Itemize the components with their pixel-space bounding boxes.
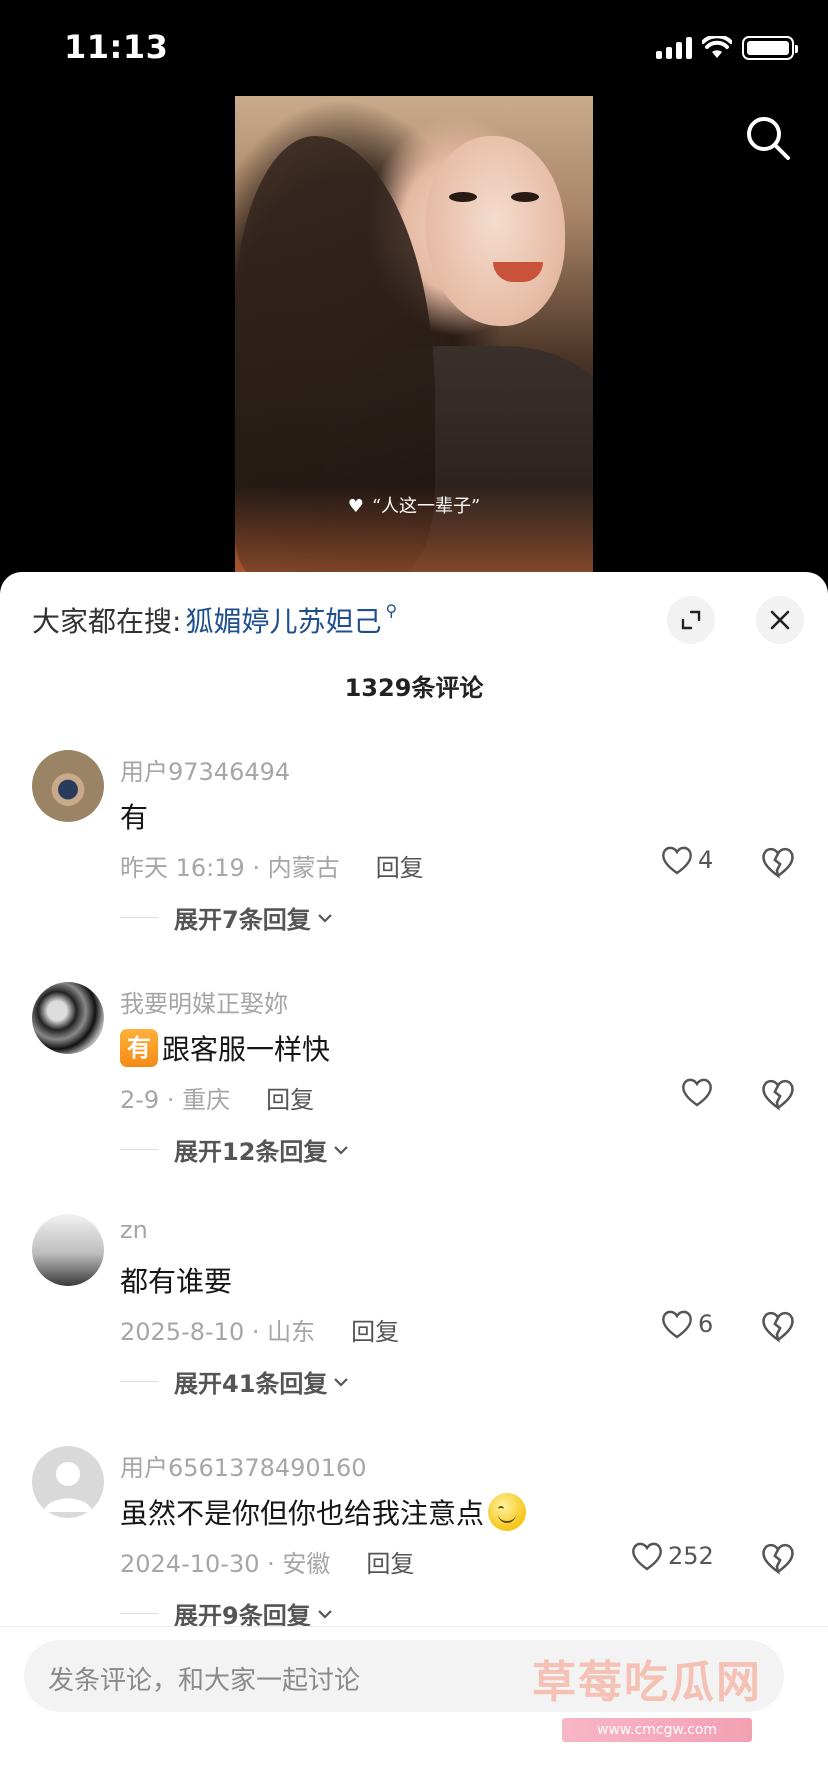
default-avatar-icon	[44, 1462, 92, 1512]
like-count: 4	[698, 846, 714, 874]
comment-meta: 2025-8-10 · 山东 回复	[120, 1312, 399, 1347]
comment-content: 都有谁要	[120, 1260, 232, 1300]
reply-button[interactable]: 回复	[266, 1080, 314, 1115]
like-button[interactable]: 252	[630, 1540, 714, 1572]
comment-text: 有	[120, 801, 149, 834]
comment-input-placeholder: 发条评论，和大家一起讨论	[48, 1666, 361, 1696]
expand-button[interactable]	[667, 596, 715, 644]
comment-username[interactable]: zn	[120, 1216, 148, 1244]
keyword-tag: 有	[120, 1029, 158, 1067]
comment-username[interactable]: 我要明媒正娶妳	[120, 984, 288, 1019]
avatar[interactable]	[32, 1446, 104, 1518]
divider	[120, 1381, 158, 1382]
expand-replies-button[interactable]: 展开41条回复	[120, 1364, 349, 1399]
broken-heart-icon[interactable]	[760, 1076, 796, 1112]
comment-item: zn 都有谁要 2025-8-10 · 山东 回复 6 展开41条回复	[0, 1214, 828, 1444]
comments-sheet: 大家都在搜: 狐媚婷儿苏妲己 ⚲ 1329条评论 用户97346494 有 昨天…	[0, 572, 828, 1792]
video-figure-eye	[449, 192, 477, 202]
expand-replies-button[interactable]: 展开7条回复	[120, 900, 333, 935]
comment-text: 虽然不是你但你也给我注意点	[120, 1497, 485, 1530]
search-icon: ⚲	[385, 600, 398, 620]
search-icon[interactable]	[744, 114, 792, 162]
comment-meta: 昨天 16:19 · 内蒙古 回复	[120, 848, 424, 883]
divider	[0, 1626, 828, 1627]
comment-time-location: 2025-8-10 · 山东	[120, 1318, 316, 1346]
heart-icon: ♥	[347, 496, 364, 517]
search-suggestion-prefix: 大家都在搜:	[32, 605, 182, 638]
comment-meta: 2-9 · 重庆 回复	[120, 1080, 314, 1115]
chevron-down-icon	[334, 1145, 349, 1155]
watermark: 草莓吃瓜网 www.cmcgw.com	[532, 1646, 782, 1742]
comment-content: 有	[120, 796, 148, 836]
avatar[interactable]	[32, 982, 104, 1054]
comment-time-location: 2024-10-30 · 安徽	[120, 1550, 331, 1578]
like-button[interactable]	[680, 1076, 718, 1108]
divider	[120, 1149, 158, 1150]
comment-text: 跟客服一样快	[162, 1033, 331, 1066]
reply-button[interactable]: 回复	[376, 848, 424, 883]
heart-outline-icon	[662, 846, 692, 875]
chevron-down-icon	[334, 1377, 349, 1387]
status-bar: 11:13	[0, 0, 828, 96]
expand-replies-label: 展开41条回复	[174, 1370, 328, 1398]
chevron-down-icon	[317, 1609, 332, 1619]
broken-heart-icon[interactable]	[760, 844, 796, 880]
status-icons	[656, 36, 798, 60]
close-button[interactable]	[756, 596, 804, 644]
watermark-url: www.cmcgw.com	[562, 1718, 752, 1742]
like-count: 252	[668, 1542, 714, 1570]
search-suggestion[interactable]: 大家都在搜: 狐媚婷儿苏妲己 ⚲	[32, 600, 397, 640]
close-icon	[770, 610, 790, 630]
comment-time-location: 2-9 · 重庆	[120, 1086, 231, 1114]
expand-replies-button[interactable]: 展开12条回复	[120, 1132, 349, 1167]
broken-heart-icon[interactable]	[760, 1540, 796, 1576]
video-caption: ♥ “人这一辈子”	[235, 492, 593, 518]
search-suggestion-keyword[interactable]: 狐媚婷儿苏妲己	[185, 600, 381, 640]
watermark-title: 草莓吃瓜网	[532, 1657, 762, 1708]
comment-item: 我要明媒正娶妳 有 跟客服一样快 2-9 · 重庆 回复 展开12条回复	[0, 982, 828, 1212]
expand-replies-label: 展开12条回复	[174, 1138, 328, 1166]
avatar[interactable]	[32, 750, 104, 822]
comment-content: 虽然不是你但你也给我注意点	[120, 1492, 527, 1532]
comment-username[interactable]: 用户97346494	[120, 752, 290, 787]
chevron-down-icon	[317, 913, 332, 923]
expand-icon	[681, 610, 701, 630]
reply-button[interactable]: 回复	[351, 1312, 399, 1347]
divider	[120, 1613, 158, 1614]
comment-count: 1329条评论	[344, 674, 484, 702]
heart-outline-icon	[682, 1078, 712, 1107]
comment-content: 有 跟客服一样快	[120, 1028, 330, 1068]
video-player[interactable]: ♥ “人这一辈子”	[235, 96, 593, 576]
smile-emoji-icon	[488, 1493, 527, 1531]
avatar[interactable]	[32, 1214, 104, 1286]
heart-outline-icon	[662, 1310, 692, 1339]
status-time: 11:13	[64, 28, 169, 66]
comment-time-location: 昨天 16:19 · 内蒙古	[120, 854, 340, 882]
video-caption-text: “人这一辈子”	[371, 496, 481, 517]
battery-icon	[742, 36, 798, 60]
video-figure-eye	[511, 192, 539, 202]
expand-replies-label: 展开7条回复	[174, 906, 311, 934]
comment-meta: 2024-10-30 · 安徽 回复	[120, 1544, 414, 1579]
divider	[120, 917, 158, 918]
like-button[interactable]: 6	[660, 1308, 713, 1340]
broken-heart-icon[interactable]	[760, 1308, 796, 1344]
wifi-icon	[702, 36, 732, 58]
comment-text: 都有谁要	[120, 1265, 233, 1298]
video-figure-face	[425, 136, 565, 326]
signal-icon	[656, 37, 692, 59]
comment-username[interactable]: 用户6561378490160	[120, 1448, 367, 1483]
like-button[interactable]: 4	[660, 844, 713, 876]
heart-outline-icon	[632, 1542, 662, 1571]
comment-item: 用户97346494 有 昨天 16:19 · 内蒙古 回复 4 展开7条回复	[0, 750, 828, 980]
like-count: 6	[698, 1310, 714, 1338]
reply-button[interactable]: 回复	[366, 1544, 414, 1579]
